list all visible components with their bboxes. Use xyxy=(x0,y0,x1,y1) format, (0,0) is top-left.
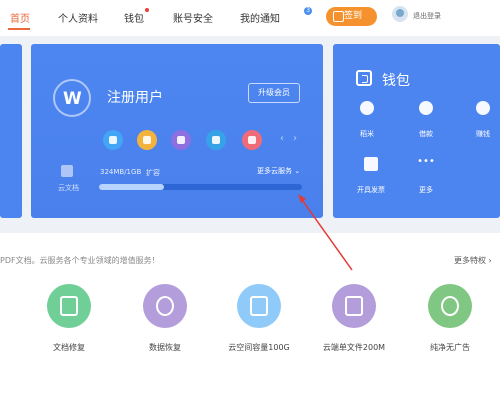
more-cloud-services-link[interactable]: 更多云服务 ⌄ xyxy=(257,166,300,176)
storage-usage: 324MB/1GB xyxy=(100,168,142,176)
service-tile-doc-repair[interactable]: 文档修复 xyxy=(29,284,109,353)
service-tile-cloud-capacity[interactable]: 云空间容量100G xyxy=(219,284,299,353)
wallet-icon xyxy=(356,70,372,86)
expand-link[interactable]: 扩容 xyxy=(146,168,160,178)
wallet-card: 钱包 稻米 借款 赚钱 开具发票 ••• 更多 xyxy=(333,44,500,218)
upgrade-member-button[interactable]: 升级会员 xyxy=(248,83,300,103)
recover-icon xyxy=(143,284,187,328)
wallet-item-rice[interactable]: 稻米 xyxy=(347,101,387,140)
service-tile-no-ads[interactable]: 纯净无广告 xyxy=(410,284,490,353)
rice-icon xyxy=(360,101,374,115)
storage-progress-bar xyxy=(99,184,302,190)
user-card: W 注册用户 升级会员 ‹ › 云文档 324MB/1GB 扩容 更多云服务 ⌄ xyxy=(31,44,323,218)
wallet-item-more[interactable]: ••• 更多 xyxy=(406,157,446,196)
service-tile-label: 云空间容量100G xyxy=(228,343,290,352)
storage-icon xyxy=(237,284,281,328)
wallet-item-label: 开具发票 xyxy=(357,186,385,194)
more-icon: ••• xyxy=(417,156,435,167)
nav-wallet[interactable]: 钱包 xyxy=(124,10,144,25)
service-icon-2[interactable] xyxy=(137,130,157,150)
nav-security[interactable]: 账号安全 xyxy=(173,10,213,25)
notification-count-badge: 3 xyxy=(304,7,312,15)
wallet-item-label: 借款 xyxy=(419,130,433,138)
service-icon-1[interactable] xyxy=(103,130,123,150)
service-tile-label: 数据恢复 xyxy=(149,343,181,352)
file-icon xyxy=(332,284,376,328)
cloud-doc-icon xyxy=(61,165,73,177)
more-cloud-services-label: 更多云服务 xyxy=(257,167,292,175)
nav-home[interactable]: 首页 xyxy=(10,10,30,25)
more-privileges-link[interactable]: 更多特权 › xyxy=(454,255,492,266)
wallet-item-label: 赚钱 xyxy=(476,130,490,138)
cloud-doc-label: 云文档 xyxy=(58,184,79,192)
service-tile-single-file[interactable]: 云端单文件200M xyxy=(314,284,394,353)
service-tile-label: 云端单文件200M xyxy=(322,343,386,352)
wps-logo-icon: W xyxy=(53,79,91,117)
nav-active-underline xyxy=(8,28,30,30)
nav-notifications[interactable]: 我的通知 xyxy=(240,10,280,25)
wallet-item-invoice[interactable]: 开具发票 xyxy=(351,157,391,196)
no-ad-icon xyxy=(428,284,472,328)
logout-link[interactable]: 退出登录 xyxy=(413,11,441,21)
invoice-icon xyxy=(364,157,378,171)
service-icon-5[interactable] xyxy=(242,130,262,150)
carousel-next-icon[interactable]: › xyxy=(293,133,297,144)
service-icon-4[interactable] xyxy=(206,130,226,150)
loan-icon xyxy=(419,101,433,115)
wallet-item-loan[interactable]: 借款 xyxy=(406,101,446,140)
more-privileges-label: 更多特权 xyxy=(454,256,486,265)
wallet-item-label: 更多 xyxy=(419,186,433,194)
left-card-edge xyxy=(0,44,22,218)
repair-icon xyxy=(47,284,91,328)
carousel-prev-icon[interactable]: ‹ xyxy=(280,133,284,144)
service-tile-data-recovery[interactable]: 数据恢复 xyxy=(125,284,205,353)
storage-progress-fill xyxy=(99,184,164,190)
user-type-title: 注册用户 xyxy=(107,90,163,106)
service-icon-3[interactable] xyxy=(171,130,191,150)
service-tile-label: 纯净无广告 xyxy=(430,343,470,352)
calendar-icon xyxy=(333,11,344,22)
earn-icon xyxy=(476,101,490,115)
services-description: PDF文档。云服务各个专业领域的增值服务！ xyxy=(0,256,160,265)
wallet-item-label: 稻米 xyxy=(360,130,374,138)
wallet-title: 钱包 xyxy=(382,73,410,89)
wallet-item-earn[interactable]: 赚钱 xyxy=(463,101,500,140)
nav-profile[interactable]: 个人资料 xyxy=(58,10,98,25)
signin-label: 签到 xyxy=(344,11,363,21)
top-nav: 首页 个人资料 钱包 账号安全 我的通知 3 签到 退出登录 xyxy=(0,0,500,36)
avatar[interactable] xyxy=(392,6,408,22)
signin-button[interactable]: 签到 xyxy=(326,7,377,26)
service-tile-label: 文档修复 xyxy=(53,343,85,352)
wallet-dot-badge xyxy=(145,8,149,12)
